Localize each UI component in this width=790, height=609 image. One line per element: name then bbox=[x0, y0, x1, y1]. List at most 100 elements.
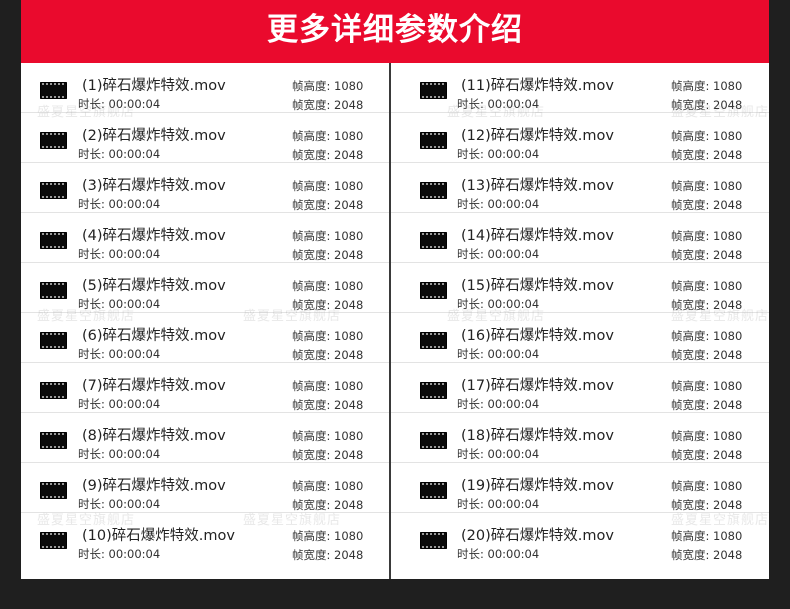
file-duration: 时长: 00:00:04 bbox=[457, 347, 540, 361]
frame-width: 帧宽度: 2048 bbox=[671, 398, 743, 412]
file-row[interactable]: (16)碎石爆炸特效.mov 时长: 00:00:04 帧高度: 1080 帧宽… bbox=[391, 313, 769, 363]
frame-height: 帧高度: 1080 bbox=[292, 79, 364, 93]
header-banner: 更多详细参数介绍 bbox=[21, 0, 769, 63]
file-duration: 时长: 00:00:04 bbox=[457, 297, 540, 311]
video-file-icon bbox=[420, 82, 447, 99]
file-duration: 时长: 00:00:04 bbox=[78, 97, 161, 111]
video-file-icon bbox=[420, 232, 447, 249]
file-duration: 时长: 00:00:04 bbox=[457, 197, 540, 211]
file-list-panel: (1)碎石爆炸特效.mov 时长: 00:00:04 帧高度: 1080 帧宽度… bbox=[21, 63, 769, 579]
file-row[interactable]: (4)碎石爆炸特效.mov 时长: 00:00:04 帧高度: 1080 帧宽度… bbox=[21, 213, 389, 263]
file-duration: 时长: 00:00:04 bbox=[457, 497, 540, 511]
frame-height: 帧高度: 1080 bbox=[292, 229, 364, 243]
file-name: (8)碎石爆炸特效.mov bbox=[82, 428, 226, 444]
frame-width: 帧宽度: 2048 bbox=[292, 548, 364, 562]
file-duration: 时长: 00:00:04 bbox=[78, 147, 161, 161]
frame-height: 帧高度: 1080 bbox=[292, 529, 364, 543]
file-row[interactable]: (9)碎石爆炸特效.mov 时长: 00:00:04 帧高度: 1080 帧宽度… bbox=[21, 463, 389, 513]
video-file-icon bbox=[420, 182, 447, 199]
file-row[interactable]: (12)碎石爆炸特效.mov 时长: 00:00:04 帧高度: 1080 帧宽… bbox=[391, 113, 769, 163]
file-name: (6)碎石爆炸特效.mov bbox=[82, 328, 226, 344]
file-name: (17)碎石爆炸特效.mov bbox=[461, 378, 614, 394]
video-file-icon bbox=[420, 382, 447, 399]
file-duration: 时长: 00:00:04 bbox=[457, 397, 540, 411]
frame-width: 帧宽度: 2048 bbox=[671, 198, 743, 212]
file-name: (10)碎石爆炸特效.mov bbox=[82, 528, 235, 544]
frame-width: 帧宽度: 2048 bbox=[292, 98, 364, 112]
file-row[interactable]: (19)碎石爆炸特效.mov 时长: 00:00:04 帧高度: 1080 帧宽… bbox=[391, 463, 769, 513]
file-name: (12)碎石爆炸特效.mov bbox=[461, 128, 614, 144]
video-file-icon bbox=[40, 182, 67, 199]
frame-height: 帧高度: 1080 bbox=[292, 479, 364, 493]
video-file-icon bbox=[420, 432, 447, 449]
frame-width: 帧宽度: 2048 bbox=[292, 148, 364, 162]
file-row[interactable]: (8)碎石爆炸特效.mov 时长: 00:00:04 帧高度: 1080 帧宽度… bbox=[21, 413, 389, 463]
file-duration: 时长: 00:00:04 bbox=[78, 247, 161, 261]
file-name: (3)碎石爆炸特效.mov bbox=[82, 178, 226, 194]
file-row[interactable]: (6)碎石爆炸特效.mov 时长: 00:00:04 帧高度: 1080 帧宽度… bbox=[21, 313, 389, 363]
frame-width: 帧宽度: 2048 bbox=[292, 248, 364, 262]
file-row[interactable]: (2)碎石爆炸特效.mov 时长: 00:00:04 帧高度: 1080 帧宽度… bbox=[21, 113, 389, 163]
file-duration: 时长: 00:00:04 bbox=[457, 447, 540, 461]
file-row[interactable]: (7)碎石爆炸特效.mov 时长: 00:00:04 帧高度: 1080 帧宽度… bbox=[21, 363, 389, 413]
file-name: (7)碎石爆炸特效.mov bbox=[82, 378, 226, 394]
file-name: (14)碎石爆炸特效.mov bbox=[461, 228, 614, 244]
frame-height: 帧高度: 1080 bbox=[671, 179, 743, 193]
file-duration: 时长: 00:00:04 bbox=[78, 397, 161, 411]
video-file-icon bbox=[420, 532, 447, 549]
file-duration: 时长: 00:00:04 bbox=[78, 297, 161, 311]
file-row[interactable]: (3)碎石爆炸特效.mov 时长: 00:00:04 帧高度: 1080 帧宽度… bbox=[21, 163, 389, 213]
file-name: (5)碎石爆炸特效.mov bbox=[82, 278, 226, 294]
file-duration: 时长: 00:00:04 bbox=[457, 147, 540, 161]
video-file-icon bbox=[420, 332, 447, 349]
file-row[interactable]: (18)碎石爆炸特效.mov 时长: 00:00:04 帧高度: 1080 帧宽… bbox=[391, 413, 769, 463]
file-duration: 时长: 00:00:04 bbox=[78, 447, 161, 461]
frame-height: 帧高度: 1080 bbox=[671, 329, 743, 343]
file-duration: 时长: 00:00:04 bbox=[457, 547, 540, 561]
file-name: (20)碎石爆炸特效.mov bbox=[461, 528, 614, 544]
frame-height: 帧高度: 1080 bbox=[292, 329, 364, 343]
file-column-right: (11)碎石爆炸特效.mov 时长: 00:00:04 帧高度: 1080 帧宽… bbox=[391, 63, 769, 579]
video-file-icon bbox=[40, 282, 67, 299]
file-duration: 时长: 00:00:04 bbox=[78, 547, 161, 561]
file-row[interactable]: (15)碎石爆炸特效.mov 时长: 00:00:04 帧高度: 1080 帧宽… bbox=[391, 263, 769, 313]
file-row[interactable]: (20)碎石爆炸特效.mov 时长: 00:00:04 帧高度: 1080 帧宽… bbox=[391, 513, 769, 563]
frame-width: 帧宽度: 2048 bbox=[671, 348, 743, 362]
file-name: (2)碎石爆炸特效.mov bbox=[82, 128, 226, 144]
file-row[interactable]: (13)碎石爆炸特效.mov 时长: 00:00:04 帧高度: 1080 帧宽… bbox=[391, 163, 769, 213]
file-name: (1)碎石爆炸特效.mov bbox=[82, 78, 226, 94]
file-row[interactable]: (5)碎石爆炸特效.mov 时长: 00:00:04 帧高度: 1080 帧宽度… bbox=[21, 263, 389, 313]
video-file-icon bbox=[420, 132, 447, 149]
file-name: (16)碎石爆炸特效.mov bbox=[461, 328, 614, 344]
video-file-icon bbox=[40, 532, 67, 549]
video-file-icon bbox=[40, 482, 67, 499]
file-name: (15)碎石爆炸特效.mov bbox=[461, 278, 614, 294]
video-file-icon bbox=[420, 282, 447, 299]
frame-width: 帧宽度: 2048 bbox=[292, 298, 364, 312]
file-row[interactable]: (10)碎石爆炸特效.mov 时长: 00:00:04 帧高度: 1080 帧宽… bbox=[21, 513, 389, 563]
file-name: (4)碎石爆炸特效.mov bbox=[82, 228, 226, 244]
frame-width: 帧宽度: 2048 bbox=[671, 548, 743, 562]
frame-height: 帧高度: 1080 bbox=[671, 529, 743, 543]
frame-width: 帧宽度: 2048 bbox=[292, 348, 364, 362]
file-name: (18)碎石爆炸特效.mov bbox=[461, 428, 614, 444]
video-file-icon bbox=[40, 232, 67, 249]
video-file-icon bbox=[420, 482, 447, 499]
frame-height: 帧高度: 1080 bbox=[292, 279, 364, 293]
frame-height: 帧高度: 1080 bbox=[671, 79, 743, 93]
frame-height: 帧高度: 1080 bbox=[671, 429, 743, 443]
frame-height: 帧高度: 1080 bbox=[671, 379, 743, 393]
frame-width: 帧宽度: 2048 bbox=[671, 298, 743, 312]
frame-height: 帧高度: 1080 bbox=[292, 429, 364, 443]
frame-height: 帧高度: 1080 bbox=[292, 379, 364, 393]
video-file-icon bbox=[40, 382, 67, 399]
frame-width: 帧宽度: 2048 bbox=[671, 148, 743, 162]
file-row[interactable]: (14)碎石爆炸特效.mov 时长: 00:00:04 帧高度: 1080 帧宽… bbox=[391, 213, 769, 263]
frame-width: 帧宽度: 2048 bbox=[292, 198, 364, 212]
page-title: 更多详细参数介绍 bbox=[267, 12, 523, 48]
frame-width: 帧宽度: 2048 bbox=[671, 498, 743, 512]
file-name: (19)碎石爆炸特效.mov bbox=[461, 478, 614, 494]
file-row[interactable]: (17)碎石爆炸特效.mov 时长: 00:00:04 帧高度: 1080 帧宽… bbox=[391, 363, 769, 413]
file-row[interactable]: (11)碎石爆炸特效.mov 时长: 00:00:04 帧高度: 1080 帧宽… bbox=[391, 63, 769, 113]
file-row[interactable]: (1)碎石爆炸特效.mov 时长: 00:00:04 帧高度: 1080 帧宽度… bbox=[21, 63, 389, 113]
